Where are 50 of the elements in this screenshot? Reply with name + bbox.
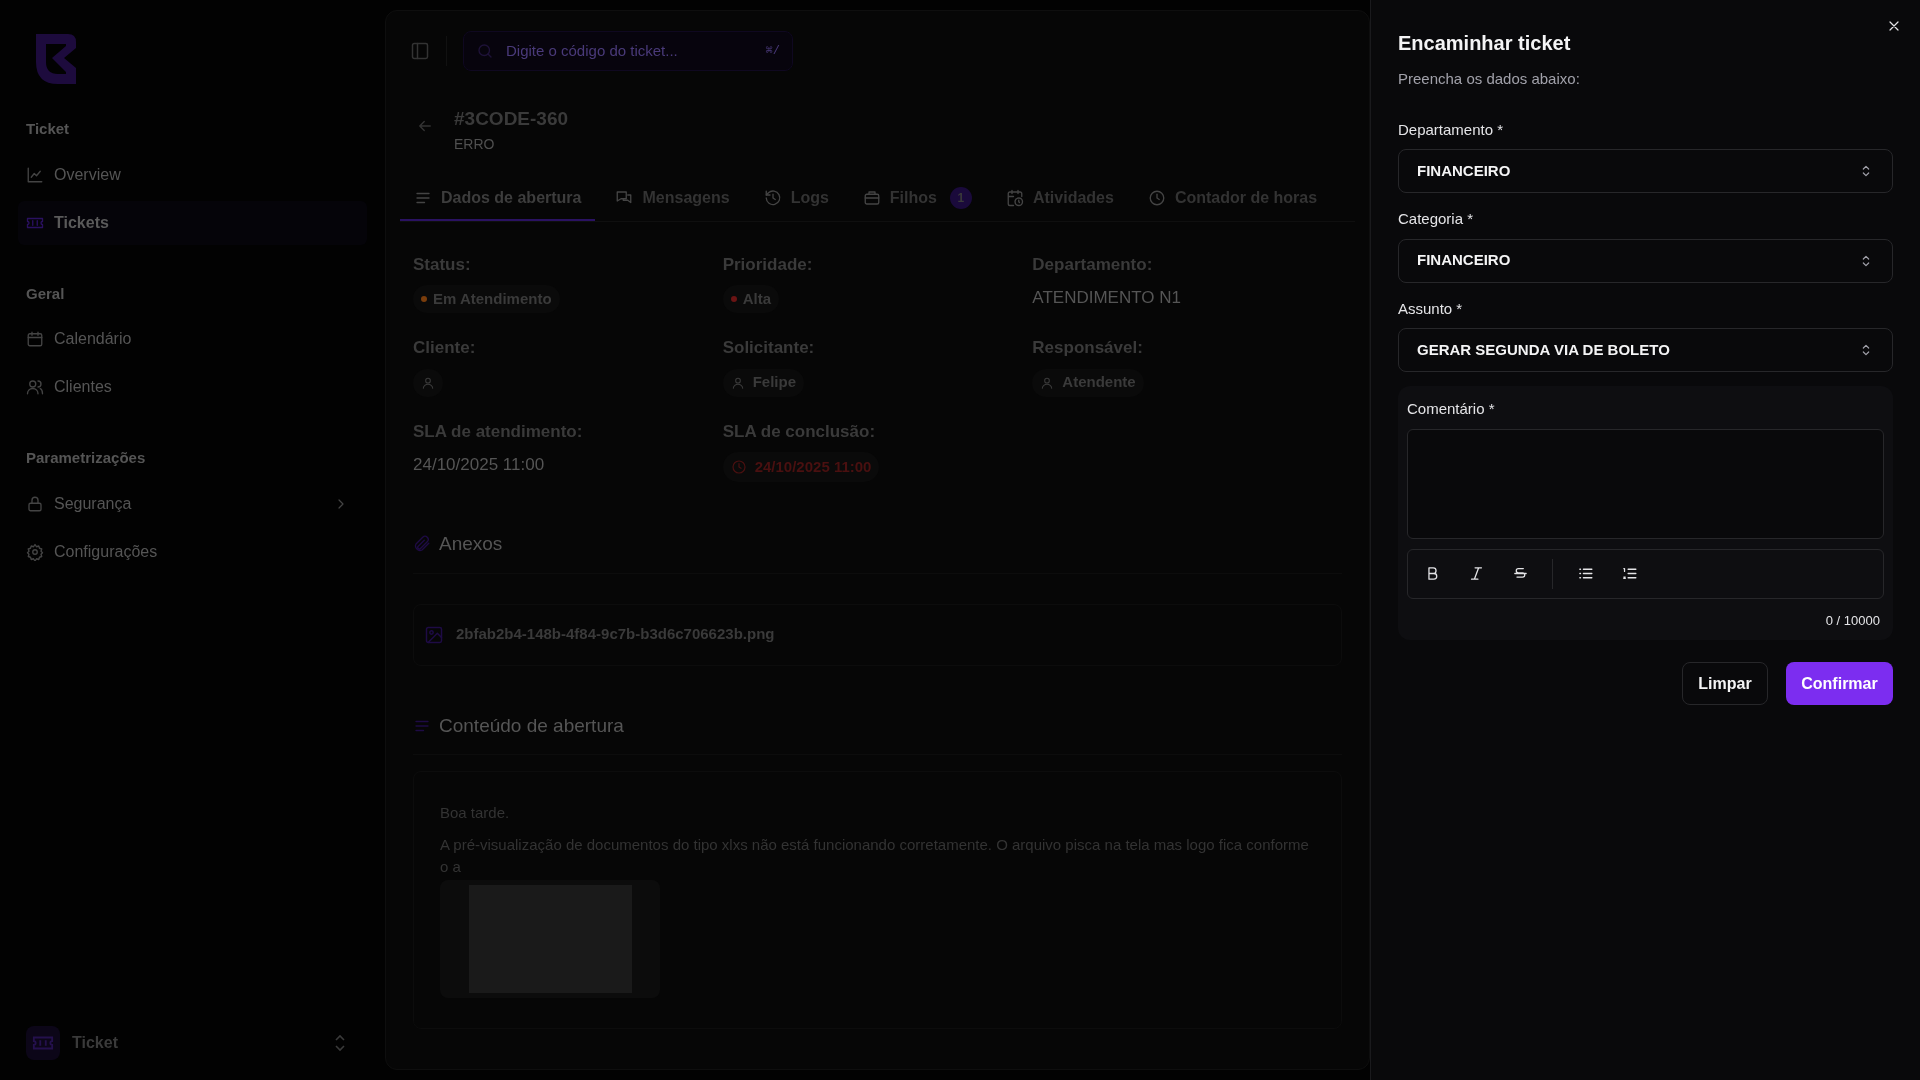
image-icon [424,624,444,645]
calendar-icon [26,330,44,348]
numbered-list-icon[interactable] [1620,565,1638,582]
select-field[interactable]: FINANCEIRO [1398,149,1893,193]
character-counter: 0 / 10000 [1825,611,1880,630]
field-label: Departamento * [1398,119,1505,140]
nav-item[interactable]: Clientes [18,365,367,409]
ticket-type: ERRO [454,134,496,154]
person-icon [1040,375,1055,390]
select-field[interactable]: FINANCEIRO [1398,238,1893,283]
nav-item[interactable]: Overview [18,152,367,197]
briefcase-icon [862,188,881,207]
section-title: Anexos [439,532,503,556]
field-label: Assunto * [1398,298,1464,319]
person-icon [421,375,435,390]
person-icon [730,375,745,390]
nav-item[interactable]: Calendário [18,317,367,361]
workspace-name[interactable]: Ticket [72,1031,118,1055]
field-value: 24/10/2025 11:00 [413,454,545,476]
clock-icon [1147,188,1166,207]
history-icon [763,188,782,207]
users-icon [26,378,44,396]
search-field[interactable]: Digite o código do ticket... ⌘/ [463,31,793,71]
drawer-title: Encaminhar ticket [1398,31,1572,56]
search-placeholder: Digite o código do ticket... [506,40,678,61]
field-value: ATENDIMENTO N1 [1032,287,1181,309]
settings-icon [26,542,44,561]
nav-item[interactable]: Configurações [18,529,367,574]
select-field[interactable]: GERAR SEGUNDA VIA DE BOLETO [1398,328,1893,372]
search-icon [476,42,494,60]
field-label: Categoria * [1398,209,1475,229]
nav-section-label: Geral [25,283,66,304]
chart-icon [26,165,44,184]
confirm-button[interactable]: Confirmar [1786,662,1893,705]
nav-item[interactable]: Segurança [18,481,367,526]
nav-item[interactable]: Tickets [18,200,367,245]
field-label: Comentário * [1407,399,1496,419]
sidebar-toggle-icon[interactable] [410,41,430,61]
lock-icon [26,494,44,513]
calendar-clock-icon [1005,188,1024,207]
paperclip-icon [413,535,431,554]
section-title: Conteúdo de abertura [439,713,624,738]
clock-icon [730,459,747,475]
clear-button[interactable]: Limpar [1682,662,1768,705]
nav-section-label: Ticket [25,119,71,139]
deadline-badge: 24/10/2025 11:00 [722,452,880,482]
drawer-subtitle: Preencha os dados abaixo: [1398,69,1581,89]
app-logo-icon [26,1026,60,1060]
shortcut-hint: ⌘/ [765,43,780,60]
nav-section-label: Parametrizações [25,448,147,468]
